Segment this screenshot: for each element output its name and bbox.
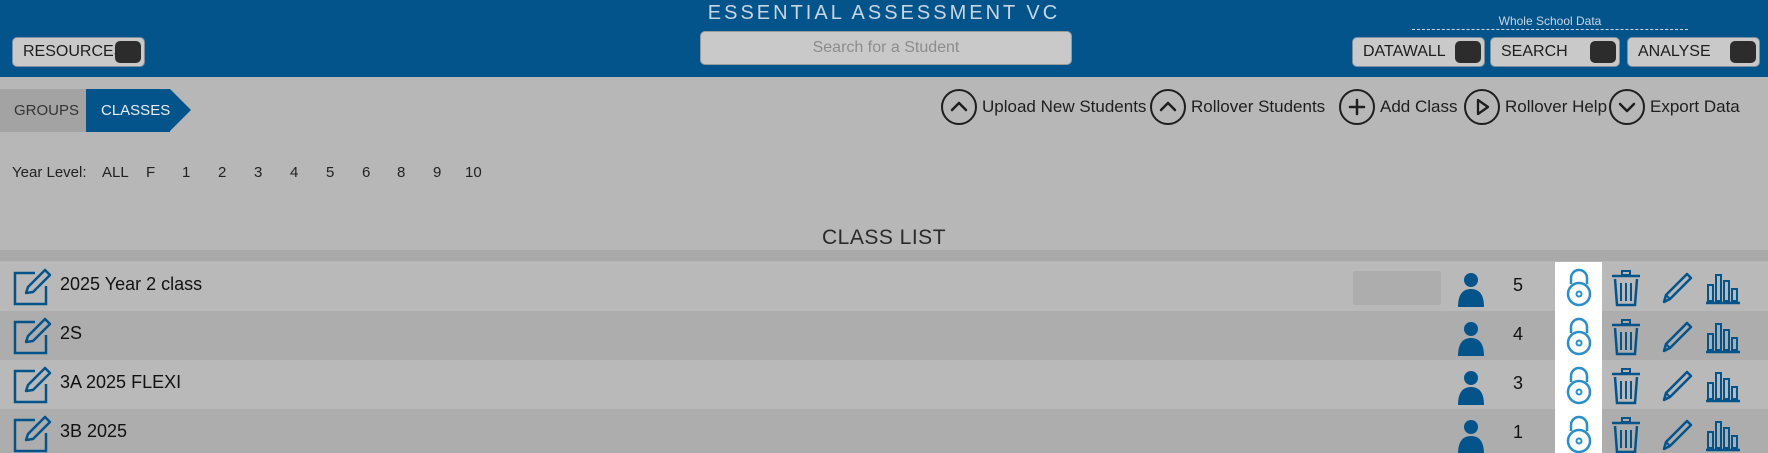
- year-option-8[interactable]: 8: [397, 164, 405, 181]
- row-chip: [1353, 271, 1441, 305]
- lock-icon: [1566, 415, 1592, 453]
- datawall-label: DATAWALL: [1363, 43, 1446, 60]
- year-option-all[interactable]: ALL: [102, 164, 129, 181]
- analyse-label: ANALYSE: [1638, 43, 1711, 60]
- pencil-icon[interactable]: [1660, 270, 1694, 306]
- search-toggle[interactable]: [1590, 41, 1616, 63]
- bar-chart-icon[interactable]: [1705, 369, 1741, 403]
- student-search-input[interactable]: Search for a Student: [700, 31, 1072, 65]
- student-count: 1: [1512, 422, 1523, 442]
- year-option-2[interactable]: 2: [218, 164, 226, 181]
- lock-icon: [1566, 317, 1592, 356]
- lock-icon: [1566, 268, 1592, 307]
- chevron-up-icon: [941, 89, 977, 125]
- resources-button[interactable]: RESOURCES: [12, 37, 145, 67]
- add-class-label: Add Class: [1380, 97, 1458, 116]
- resources-toggle[interactable]: [115, 41, 141, 63]
- lock-cell[interactable]: [1555, 360, 1602, 409]
- year-option-10[interactable]: 10: [465, 164, 482, 181]
- lock-cell[interactable]: [1555, 311, 1602, 360]
- edit-square-icon[interactable]: [11, 415, 53, 453]
- bar-chart-icon[interactable]: [1705, 271, 1741, 305]
- rollover-help-label: Rollover Help: [1505, 97, 1608, 116]
- upload-students-button[interactable]: Upload New Students: [941, 88, 1146, 126]
- year-option-5[interactable]: 5: [326, 164, 334, 181]
- edit-square-icon[interactable]: [11, 317, 53, 357]
- datawall-toggle[interactable]: [1455, 41, 1481, 63]
- lock-cell[interactable]: [1555, 262, 1602, 311]
- year-option-1[interactable]: 1: [182, 164, 190, 181]
- trash-icon[interactable]: [1610, 318, 1642, 356]
- upload-students-label: Upload New Students: [982, 97, 1147, 116]
- play-icon: [1464, 89, 1500, 125]
- search-button[interactable]: SEARCH: [1490, 37, 1620, 67]
- student-count: 5: [1512, 275, 1523, 295]
- year-option-f[interactable]: F: [146, 164, 155, 181]
- year-level-label: Year Level:: [12, 164, 87, 181]
- lock-cell[interactable]: [1555, 409, 1602, 453]
- analyse-button[interactable]: ANALYSE: [1627, 37, 1760, 67]
- rollover-help-button[interactable]: Rollover Help: [1464, 88, 1607, 126]
- table-row: 2S 4: [0, 311, 1768, 360]
- year-option-3[interactable]: 3: [254, 164, 262, 181]
- bar-chart-icon[interactable]: [1705, 418, 1741, 452]
- person-icon: [1458, 371, 1484, 405]
- datawall-button[interactable]: DATAWALL: [1352, 37, 1485, 67]
- trash-icon[interactable]: [1610, 367, 1642, 405]
- whole-school-data-label: Whole School Data: [1412, 14, 1688, 30]
- person-icon: [1458, 420, 1484, 453]
- student-count: 3: [1512, 373, 1523, 393]
- table-row: 3B 2025 1: [0, 409, 1768, 453]
- year-option-4[interactable]: 4: [290, 164, 298, 181]
- class-name[interactable]: 3B 2025: [60, 421, 127, 442]
- resources-label: RESOURCES: [23, 43, 125, 60]
- class-name[interactable]: 2025 Year 2 class: [60, 274, 202, 295]
- export-data-button[interactable]: Export Data: [1609, 88, 1740, 126]
- top-header: ESSENTIAL ASSESSMENT VC RESOURCES Search…: [0, 0, 1768, 77]
- trash-icon[interactable]: [1610, 269, 1642, 307]
- class-list-title: CLASS LIST: [821, 226, 947, 249]
- search-label: SEARCH: [1501, 43, 1568, 60]
- person-icon: [1458, 322, 1484, 356]
- class-name[interactable]: 3A 2025 FLEXI: [60, 372, 181, 393]
- student-count: 4: [1512, 324, 1523, 344]
- year-option-9[interactable]: 9: [433, 164, 441, 181]
- rollover-students-button[interactable]: Rollover Students: [1150, 88, 1325, 126]
- pencil-icon[interactable]: [1660, 319, 1694, 355]
- table-row: 2025 Year 2 class 5: [0, 262, 1768, 311]
- rollover-students-label: Rollover Students: [1191, 97, 1326, 116]
- trash-icon[interactable]: [1610, 416, 1642, 453]
- lock-icon: [1566, 366, 1592, 405]
- pencil-icon[interactable]: [1660, 368, 1694, 404]
- breadcrumb-groups[interactable]: GROUPS: [0, 89, 86, 132]
- edit-square-icon[interactable]: [11, 268, 53, 308]
- add-class-button[interactable]: Add Class: [1339, 88, 1457, 126]
- breadcrumb-arrow: [170, 89, 191, 131]
- chevron-up-icon: [1150, 89, 1186, 125]
- chevron-down-icon: [1609, 89, 1645, 125]
- plus-icon: [1339, 89, 1375, 125]
- export-data-label: Export Data: [1650, 97, 1740, 116]
- person-icon: [1458, 273, 1484, 307]
- breadcrumb-classes[interactable]: CLASSES: [86, 89, 170, 132]
- class-name[interactable]: 2S: [60, 323, 82, 344]
- year-option-6[interactable]: 6: [362, 164, 370, 181]
- edit-square-icon[interactable]: [11, 366, 53, 406]
- analyse-toggle[interactable]: [1730, 41, 1756, 63]
- table-row: 3A 2025 FLEXI 3: [0, 360, 1768, 409]
- bar-chart-icon[interactable]: [1705, 320, 1741, 354]
- pencil-icon[interactable]: [1660, 417, 1694, 453]
- class-list-divider: [0, 250, 1768, 261]
